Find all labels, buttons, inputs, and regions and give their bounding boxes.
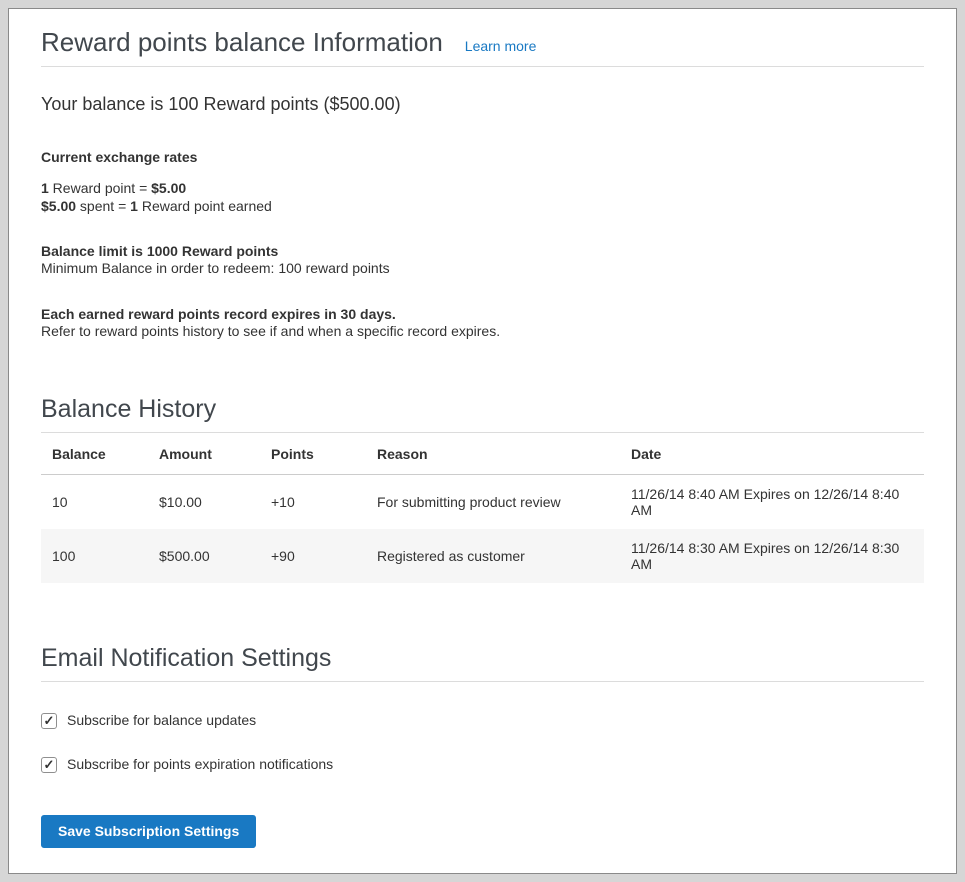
expiry-heading: Each earned reward points record expires… xyxy=(41,306,924,323)
cell-balance: 10 xyxy=(41,475,148,530)
cell-amount: $10.00 xyxy=(148,475,260,530)
subscribe-balance-checkbox[interactable] xyxy=(41,713,57,729)
table-row: 10 $10.00 +10 For submitting product rev… xyxy=(41,475,924,530)
subscribe-expiration-label[interactable]: Subscribe for points expiration notifica… xyxy=(67,756,333,773)
cell-date: 11/26/14 8:40 AM Expires on 12/26/14 8:4… xyxy=(620,475,924,530)
subscribe-balance-label[interactable]: Subscribe for balance updates xyxy=(67,712,256,729)
exchange-rates-heading: Current exchange rates xyxy=(41,149,924,166)
email-settings-title: Email Notification Settings xyxy=(41,643,924,682)
email-settings-section: Email Notification Settings Subscribe fo… xyxy=(41,643,924,848)
cell-amount: $500.00 xyxy=(148,529,260,583)
rate2-text: spent = xyxy=(76,198,130,214)
cell-points: +10 xyxy=(260,475,366,530)
exchange-rate-line-1: 1 Reward point = $5.00 xyxy=(41,179,924,197)
rate1-points: 1 xyxy=(41,180,49,196)
expiry-text: Refer to reward points history to see if… xyxy=(41,323,924,340)
page-header: Reward points balance Information Learn … xyxy=(41,27,924,67)
rate2-money: $5.00 xyxy=(41,198,76,214)
table-header-row: Balance Amount Points Reason Date xyxy=(41,433,924,475)
column-header-balance: Balance xyxy=(41,433,148,475)
balance-summary: Your balance is 100 Reward points ($500.… xyxy=(41,94,924,115)
minimum-balance-text: Minimum Balance in order to redeem: 100 … xyxy=(41,260,924,277)
rate2-points: 1 xyxy=(130,198,138,214)
balance-history-section: Balance History Balance Amount Points Re… xyxy=(41,394,924,583)
cell-reason: For submitting product review xyxy=(366,475,620,530)
rate1-money: $5.00 xyxy=(151,180,186,196)
column-header-points: Points xyxy=(260,433,366,475)
rate2-tail: Reward point earned xyxy=(138,198,272,214)
column-header-date: Date xyxy=(620,433,924,475)
learn-more-link[interactable]: Learn more xyxy=(465,38,537,54)
exchange-rates: 1 Reward point = $5.00 $5.00 spent = 1 R… xyxy=(41,179,924,215)
save-subscription-button[interactable]: Save Subscription Settings xyxy=(41,815,256,848)
cell-date: 11/26/14 8:30 AM Expires on 12/26/14 8:3… xyxy=(620,529,924,583)
column-header-reason: Reason xyxy=(366,433,620,475)
cell-reason: Registered as customer xyxy=(366,529,620,583)
reward-points-panel: Reward points balance Information Learn … xyxy=(8,8,957,874)
table-row: 100 $500.00 +90 Registered as customer 1… xyxy=(41,529,924,583)
balance-limit-heading: Balance limit is 1000 Reward points xyxy=(41,243,924,260)
cell-points: +90 xyxy=(260,529,366,583)
balance-history-title: Balance History xyxy=(41,394,924,433)
column-header-amount: Amount xyxy=(148,433,260,475)
subscribe-balance-row: Subscribe for balance updates xyxy=(41,712,924,729)
exchange-rate-line-2: $5.00 spent = 1 Reward point earned xyxy=(41,197,924,215)
rate1-text: Reward point = xyxy=(49,180,151,196)
balance-history-table: Balance Amount Points Reason Date 10 $10… xyxy=(41,433,924,583)
subscribe-expiration-checkbox[interactable] xyxy=(41,757,57,773)
cell-balance: 100 xyxy=(41,529,148,583)
page-title: Reward points balance Information xyxy=(41,27,443,57)
subscribe-expiration-row: Subscribe for points expiration notifica… xyxy=(41,756,924,773)
